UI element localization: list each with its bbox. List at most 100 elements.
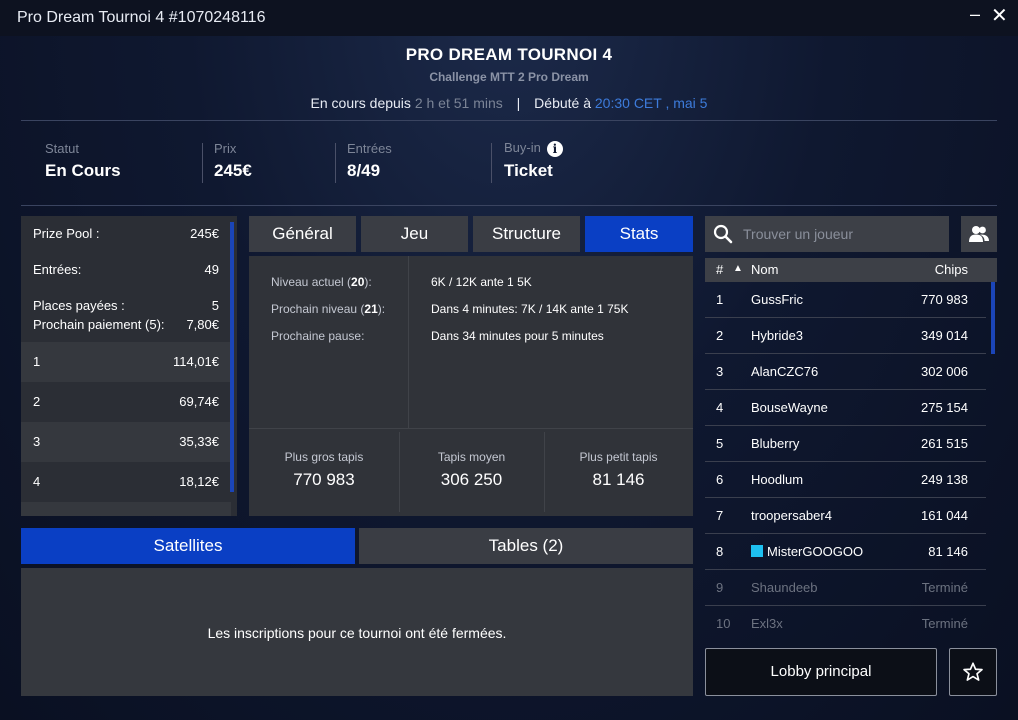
player-name: Hoodlum (751, 472, 804, 487)
player-chips: 275 154 (921, 400, 968, 415)
payout-row: 1 114,01€ (21, 342, 231, 382)
close-button[interactable]: ✕ (991, 3, 1008, 28)
player-name: Bluberry (751, 436, 800, 451)
search-input[interactable] (743, 216, 943, 252)
player-chips: 249 138 (921, 472, 968, 487)
payout-row: 3 35,33€ (21, 422, 231, 462)
next-level-label-pre: Prochain niveau ( (271, 302, 365, 316)
prize-pool-value: 245€ (190, 226, 219, 241)
tab-satellites[interactable]: Satellites (21, 528, 355, 564)
payout-amount: 18,12€ (179, 474, 219, 489)
prize-entries-value: 49 (204, 262, 219, 277)
registration-closed-message: Les inscriptions pour ce tournoi ont été… (207, 625, 507, 641)
timing-separator: | (516, 95, 521, 111)
search-icon (713, 224, 733, 244)
entries-value: 8/49 (347, 161, 381, 180)
players-scrollbar[interactable] (991, 282, 995, 354)
tab-game[interactable]: Jeu (361, 216, 468, 252)
player-rank: 2 (716, 328, 724, 343)
tournament-title: PRO DREAM TOURNOI 4 (405, 45, 613, 64)
favorite-button[interactable] (949, 648, 997, 696)
main-lobby-button[interactable]: Lobby principal (705, 648, 937, 696)
table-row[interactable]: 6 Hoodlum 249 138 (705, 462, 986, 498)
payout-rank: 3 (33, 434, 41, 449)
current-level-number: 20 (351, 275, 365, 289)
players-table-header: # ▲ Nom Chips (705, 258, 997, 282)
prize-value: 245€ (214, 161, 252, 180)
player-chips: 81 146 (928, 544, 968, 559)
player-chips: Terminé (921, 616, 968, 631)
table-row[interactable]: 7 troopersaber4 161 044 (705, 498, 986, 534)
payout-amount: 35,33€ (179, 434, 219, 449)
users-icon (969, 226, 989, 242)
player-chips: 161 044 (921, 508, 968, 523)
payout-rank: 4 (33, 474, 41, 489)
stats-panel: Niveau actuel (20): 6K / 12K ante 1 5K P… (249, 256, 693, 516)
player-name: Hybride3 (751, 328, 804, 343)
payout-amount: 69,74€ (179, 394, 219, 409)
average-stack-label: Tapis moyen (437, 450, 506, 464)
table-row[interactable]: 3 AlanCZC76 302 006 (705, 354, 986, 390)
player-rank: 7 (716, 508, 724, 523)
prize-scrollbar[interactable] (230, 222, 234, 492)
col-chips[interactable]: Chips (935, 262, 968, 277)
player-name: AlanCZC76 (751, 364, 819, 379)
player-name: Shaundeeb (751, 580, 818, 595)
sort-ascending-icon[interactable]: ▲ (733, 263, 743, 274)
prize-entries-label: Entrées: (33, 262, 82, 277)
col-rank[interactable]: # (716, 262, 723, 277)
player-name: Exl3x (751, 616, 783, 631)
places-paid-value: 5 (211, 298, 219, 313)
tab-structure[interactable]: Structure (473, 216, 580, 252)
summary-divider (335, 143, 336, 183)
prize-panel: Prize Pool : 245€ Entrées: 49 Places pay… (21, 216, 237, 516)
table-row[interactable]: 8 MisterGOOGOO 81 146 (705, 534, 986, 570)
table-row[interactable]: 10 Exl3x Terminé (705, 606, 986, 642)
current-level-value: 6K / 12K ante 1 5K (431, 275, 532, 289)
minimize-button[interactable]: – (970, 4, 980, 25)
table-row[interactable]: 2 Hybride3 349 014 (705, 318, 986, 354)
tab-stats[interactable]: Stats (585, 216, 693, 252)
next-break-value: Dans 34 minutes pour 5 minutes (431, 329, 604, 343)
info-icon[interactable]: i (546, 140, 563, 157)
table-row[interactable]: 4 BouseWayne 275 154 (705, 390, 986, 426)
satellites-panel: Les inscriptions pour ce tournoi ont été… (21, 568, 693, 696)
started-value: 20:30 CET , mai 5 (594, 95, 708, 111)
status-label: Statut (45, 141, 79, 156)
buyin-label-wrap: Buy-in i (504, 140, 563, 157)
next-payout-label: Prochain paiement (5): (33, 317, 165, 332)
running-label: En cours depuis (310, 95, 411, 111)
smallest-stack-value: 81 146 (592, 470, 645, 489)
entries-label: Entrées (347, 141, 392, 156)
title-bar: Pro Dream Tournoi 4 #1070248116 – ✕ (0, 0, 1018, 36)
player-name: GussFric (751, 292, 803, 307)
table-row[interactable]: 1 GussFric 770 983 (705, 282, 986, 318)
tournament-subtitle: Challenge MTT 2 Pro Dream (429, 70, 589, 84)
flag-icon (751, 545, 763, 557)
stats-divider (249, 428, 693, 429)
current-level-label-pre: Niveau actuel ( (271, 275, 352, 289)
col-name[interactable]: Nom (751, 262, 778, 277)
player-rank: 6 (716, 472, 724, 487)
player-chips: 770 983 (921, 292, 968, 307)
player-search[interactable] (705, 216, 949, 252)
biggest-stack-value: 770 983 (293, 470, 355, 489)
table-row[interactable]: 5 Bluberry 261 515 (705, 426, 986, 462)
player-rank: 1 (716, 292, 724, 307)
player-rank: 4 (716, 400, 724, 415)
buyin-label: Buy-in (504, 140, 541, 155)
tab-tables[interactable]: Tables (2) (359, 528, 693, 564)
payout-row: 2 69,74€ (21, 382, 231, 422)
next-level-value: Dans 4 minutes: 7K / 14K ante 1 75K (431, 302, 629, 316)
average-stack-value: 306 250 (440, 470, 503, 489)
current-level-label-post: ): (364, 275, 372, 289)
table-row[interactable]: 9 Shaundeeb Terminé (705, 570, 986, 606)
player-chips: 349 014 (921, 328, 968, 343)
smallest-stack-label: Plus petit tapis (579, 450, 658, 464)
payout-rank: 1 (33, 354, 41, 369)
player-rank: 3 (716, 364, 724, 379)
prize-pool-label: Prize Pool : (33, 226, 100, 241)
tab-general[interactable]: Général (249, 216, 356, 252)
friends-button[interactable] (961, 216, 997, 252)
next-level-number: 21 (364, 302, 378, 316)
